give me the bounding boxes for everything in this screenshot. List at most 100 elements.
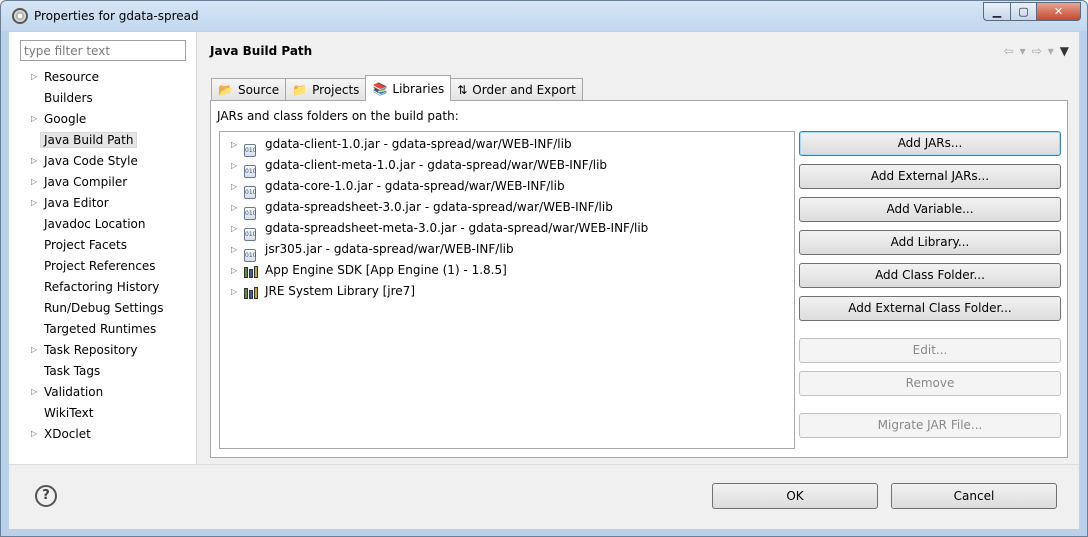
jar-icon: 010 [244,201,258,220]
library-entry[interactable]: ▷ 010 gdata-client-meta-1.0.jar - gdata-sp… [220,155,794,178]
add-library-button[interactable]: Add Library... [799,230,1061,255]
maximize-button[interactable]: ▢ [1010,2,1036,21]
library-entry[interactable]: ▷ App Engine SDK [App Engine (1) - 1.8.5] [220,260,794,281]
add-external-jars-button[interactable]: Add External JARs... [799,164,1061,189]
nav-item-label: Javadoc Location [44,217,146,231]
nav-item-label: XDoclet [44,427,91,441]
nav-item[interactable]: ▷ Java Compiler [9,172,197,193]
close-button[interactable]: ✕ [1036,2,1081,21]
expand-arrow-icon[interactable]: ▷ [31,109,37,129]
window-controls: ▁ ▢ ✕ [983,2,1081,22]
expand-arrow-icon[interactable]: ▷ [231,155,237,176]
nav-item[interactable]: Javadoc Location [9,214,197,235]
nav-item[interactable]: Targeted Runtimes [9,319,197,340]
order-export-icon: ⇅ [457,83,468,97]
forward-menu-icon[interactable]: ▾ [1048,44,1054,58]
tab-label: Source [237,83,280,97]
tab-order-and-export[interactable]: ⇅ Order and Export [450,78,583,101]
build-path-label: JARs and class folders on the build path… [217,109,459,123]
nav-item[interactable]: ▷ Resource [9,67,197,88]
tab-libraries[interactable]: 📚 Libraries [365,75,452,101]
nav-item[interactable]: ▷ XDoclet [9,424,197,445]
library-entry-label: gdata-client-meta-1.0.jar - gdata-spread… [265,158,608,172]
expand-arrow-icon[interactable]: ▷ [231,176,237,197]
library-entry-label: gdata-spreadsheet-3.0.jar - gdata-spread… [265,200,613,214]
library-entry[interactable]: ▷ 010 gdata-spreadsheet-3.0.jar - gdata-sp… [220,197,794,220]
title-bar: Properties for gdata-spread ▁ ▢ ✕ [1,1,1087,31]
add-external-class-folder-button[interactable]: Add External Class Folder... [799,296,1061,321]
migrate-jar-button[interactable]: Migrate JAR File... [799,413,1061,438]
expand-arrow-icon[interactable]: ▷ [231,281,237,302]
nav-item[interactable]: ▷ Google [9,109,197,130]
add-class-folder-button[interactable]: Add Class Folder... [799,263,1061,288]
edit-button[interactable]: Edit... [799,338,1061,363]
expand-arrow-icon[interactable]: ▷ [231,134,237,155]
property-page: Java Build Path ⇦ ▾ ⇨ ▾ ▼ 📂 Source 📁 Pro… [199,32,1079,464]
nav-item[interactable]: ▷ Java Code Style [9,151,197,172]
nav-item[interactable]: Project References [9,256,197,277]
jar-icon: 010 [244,180,258,199]
expand-arrow-icon[interactable]: ▷ [31,67,37,87]
expand-arrow-icon[interactable]: ▷ [31,193,37,213]
nav-item[interactable]: Refactoring History [9,277,197,298]
library-entry[interactable]: ▷ 010 jsr305.jar - gdata-spread/war/WEB-IN… [220,239,794,262]
tab-label: Libraries [392,81,445,96]
view-menu-icon[interactable]: ▼ [1060,44,1069,58]
minimize-icon: ▁ [992,5,1002,18]
expand-arrow-icon[interactable]: ▷ [31,424,37,444]
nav-item-label: Project Facets [44,238,127,252]
nav-item-label: Task Tags [44,364,101,378]
expand-arrow-icon[interactable]: ▷ [31,172,37,192]
ok-button[interactable]: OK [712,483,878,509]
nav-item[interactable]: Task Tags [9,361,197,382]
library-entry[interactable]: ▷ JRE System Library [jre7] [220,281,794,302]
properties-dialog: Properties for gdata-spread ▁ ▢ ✕ ▷ Resou… [0,0,1088,537]
source-folder-icon: 📂 [218,83,233,97]
expand-arrow-icon[interactable]: ▷ [231,218,237,239]
jar-icon: 010 [244,243,258,262]
tab-label: Order and Export [472,83,576,97]
nav-item[interactable]: ▷ Task Repository [9,340,197,361]
minimize-button[interactable]: ▁ [983,2,1010,21]
nav-item[interactable]: Builders [9,88,197,109]
add-variable-button[interactable]: Add Variable... [799,197,1061,222]
library-entry-label: gdata-core-1.0.jar - gdata-spread/war/WE… [265,179,565,193]
maximize-icon: ▢ [1018,5,1029,18]
expand-arrow-icon[interactable]: ▷ [231,197,237,218]
expand-arrow-icon[interactable]: ▷ [231,239,237,260]
library-list[interactable]: ▷ 010 gdata-client-1.0.jar - gdata-spread/… [219,131,795,449]
nav-item[interactable]: Project Facets [9,235,197,256]
library-entry[interactable]: ▷ 010 gdata-client-1.0.jar - gdata-spread/… [220,134,794,157]
close-icon: ✕ [1053,5,1064,18]
library-icon [244,285,258,299]
library-entry-label: gdata-spreadsheet-meta-3.0.jar - gdata-s… [265,221,649,235]
libraries-tab-panel: JARs and class folders on the build path… [210,100,1068,458]
property-nav-pane: ▷ResourceBuilders▷GoogleJava Build Path▷… [9,32,197,464]
nav-item[interactable]: ▷ Validation [9,382,197,403]
tab-source[interactable]: 📂 Source [211,78,287,101]
nav-item-label: Java Compiler [44,175,128,189]
add-jars-button[interactable]: Add JARs... [799,131,1061,156]
nav-item[interactable]: Java Build Path [9,130,197,151]
back-arrow-icon[interactable]: ⇦ [1004,44,1014,58]
cancel-button[interactable]: Cancel [891,483,1057,509]
remove-button[interactable]: Remove [799,371,1061,396]
help-icon[interactable]: ? [35,485,57,507]
filter-input[interactable] [20,40,186,61]
library-entry[interactable]: ▷ 010 gdata-spreadsheet-meta-3.0.jar - gda… [220,218,794,241]
nav-item-label: Task Repository [44,343,138,357]
nav-item[interactable]: Run/Debug Settings [9,298,197,319]
forward-arrow-icon[interactable]: ⇨ [1032,44,1042,58]
expand-arrow-icon[interactable]: ▷ [231,260,237,281]
expand-arrow-icon[interactable]: ▷ [31,340,37,360]
library-icon [244,264,258,278]
back-menu-icon[interactable]: ▾ [1020,44,1026,58]
library-entry[interactable]: ▷ 010 gdata-core-1.0.jar - gdata-spread/wa… [220,176,794,199]
nav-item[interactable]: ▷ Java Editor [9,193,197,214]
nav-item[interactable]: WikiText [9,403,197,424]
tab-label: Projects [312,83,360,97]
expand-arrow-icon[interactable]: ▷ [31,151,37,171]
expand-arrow-icon[interactable]: ▷ [31,382,37,402]
build-path-tabs: 📂 Source 📁 Projects 📚 Libraries ⇅ Order … [211,75,583,101]
tab-projects[interactable]: 📁 Projects [285,78,367,101]
